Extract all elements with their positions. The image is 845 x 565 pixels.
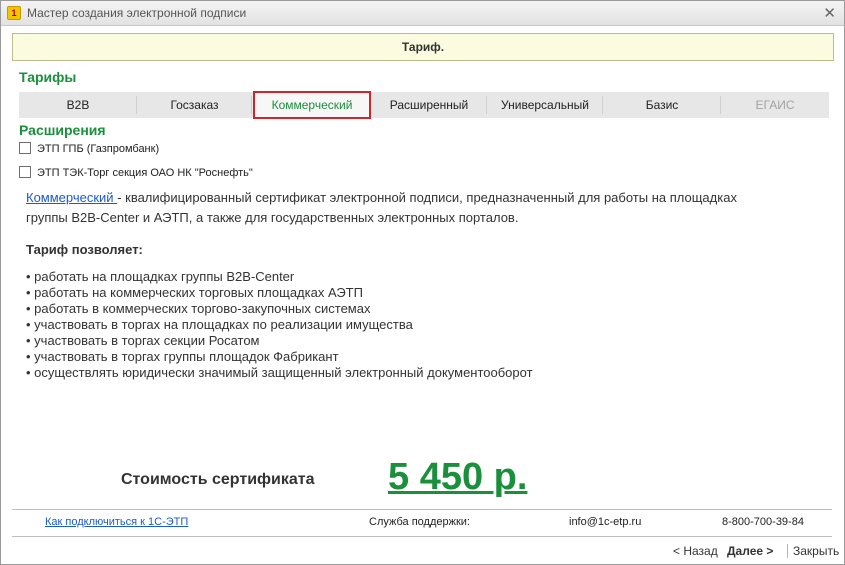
extension-gpb-checkbox[interactable]: ЭТП ГПБ (Газпромбанк)	[19, 142, 159, 155]
tab-goszakaz[interactable]: Госзаказ	[137, 92, 252, 118]
step-header: Тариф.	[12, 33, 834, 61]
close-icon[interactable]: ✕	[823, 4, 836, 22]
1c-logo-icon: 1	[7, 6, 21, 20]
list-item: осуществлять юридически значимый защищен…	[26, 365, 532, 381]
close-button[interactable]: Закрыть	[793, 544, 839, 558]
extension-gpb-label: ЭТП ГПБ (Газпромбанк)	[37, 143, 160, 155]
extension-tek-torg-checkbox[interactable]: ЭТП ТЭК-Торг секция ОАО НК "Роснефть"	[19, 166, 253, 179]
step-title: Тариф.	[401, 40, 445, 54]
support-phone: 8-800-700-39-84	[722, 516, 804, 528]
tab-bazis[interactable]: Базис	[603, 92, 721, 118]
list-item: работать в коммерческих торгово-закупочн…	[26, 301, 533, 317]
checkbox-icon[interactable]	[19, 166, 31, 178]
tariff-tabs: B2B Госзаказ Коммерческий Расширенный Ун…	[19, 91, 829, 119]
tab-b2b[interactable]: B2B	[19, 92, 137, 118]
wizard-window: 1 Мастер создания электронной подписи ✕ …	[0, 0, 845, 565]
checkbox-icon[interactable]	[19, 142, 31, 154]
list-item: участвовать в торгах секции Росатом	[26, 333, 533, 349]
tariff-description: Коммерческий - квалифицированный сертифи…	[26, 188, 816, 228]
connect-link[interactable]: Как подключиться к 1С-ЭТП	[45, 516, 188, 528]
tab-rasshirenny[interactable]: Расширенный	[371, 92, 487, 118]
divider	[12, 536, 832, 537]
support-label: Служба поддержки:	[369, 516, 470, 528]
description-line2: группы B2B-Center и АЭТП, а также для го…	[26, 210, 519, 225]
tariff-link[interactable]: Коммерческий	[26, 190, 117, 205]
list-item: участвовать в торгах на площадках по реа…	[26, 317, 533, 333]
extensions-title: Расширения	[19, 122, 106, 138]
allows-title: Тариф позволяет:	[26, 242, 143, 257]
divider	[12, 509, 832, 510]
list-item: работать на площадках группы B2B-Center	[26, 269, 533, 285]
tab-egais: ЕГАИС	[755, 98, 795, 112]
cost-label: Стоимость сертификата	[121, 471, 315, 488]
extension-tek-torg-label: ЭТП ТЭК-Торг секция ОАО НК "Роснефть"	[37, 167, 253, 179]
next-button[interactable]: Далее >	[727, 544, 773, 558]
support-email: info@1c-etp.ru	[569, 516, 642, 528]
list-item: участвовать в торгах группы площадок Фаб…	[26, 349, 533, 365]
tariffs-title: Тарифы	[19, 69, 77, 85]
title-bar[interactable]: 1 Мастер создания электронной подписи ✕	[1, 1, 844, 26]
cost-value: 5 450 р.	[388, 456, 528, 498]
nav-separator	[787, 544, 788, 558]
list-item: работать на коммерческих торговых площад…	[26, 285, 533, 301]
tab-universalny[interactable]: Универсальный	[487, 92, 603, 118]
window-title: Мастер создания электронной подписи	[27, 6, 247, 20]
description-line1: - квалифицированный сертификат электронн…	[117, 190, 737, 205]
allows-list: работать на площадках группы B2B-Center …	[26, 269, 533, 381]
back-button[interactable]: < Назад	[673, 544, 718, 558]
tab-kommercheskiy[interactable]: Коммерческий	[253, 91, 371, 119]
